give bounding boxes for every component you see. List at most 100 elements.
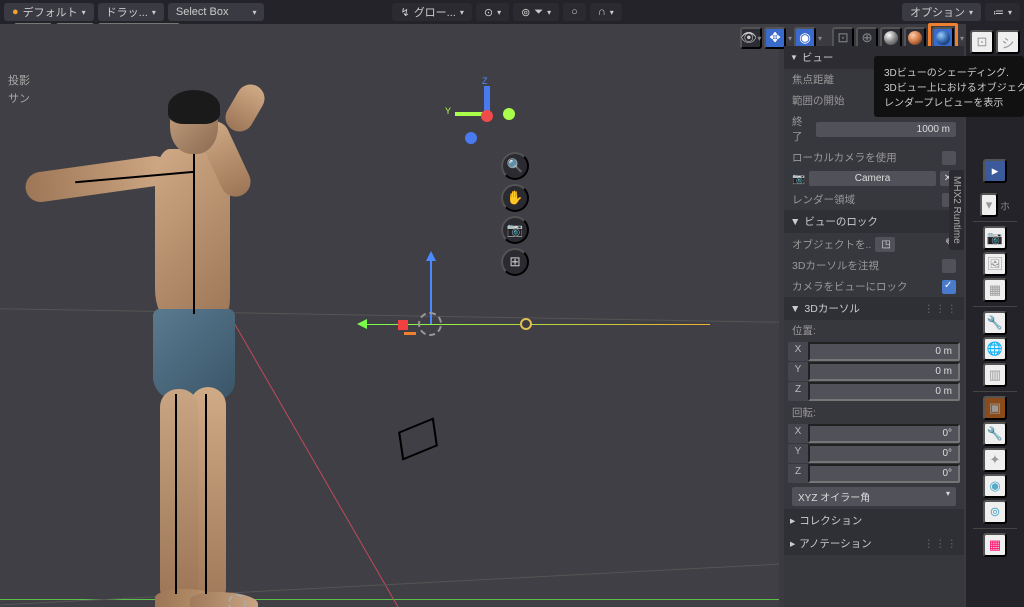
pivot-icon: ⊙ — [484, 6, 493, 19]
sun-object[interactable] — [520, 318, 532, 330]
tab-material[interactable]: ▦ — [983, 533, 1007, 557]
nav-neg-z[interactable] — [465, 132, 477, 144]
3d-viewport[interactable]: 投影 サン Z — [0, 24, 779, 607]
panel-lock-header[interactable]: ▼ビューのロック — [784, 210, 964, 233]
character-mesh[interactable] — [75, 84, 295, 607]
gizmo-toggle[interactable]: ✥ — [764, 27, 786, 49]
navigation-gizmo[interactable]: Z Y — [455, 84, 519, 148]
overlap-icon: ◉ — [799, 30, 811, 46]
outliner-filter[interactable]: ⊡ — [970, 30, 994, 54]
drag-dropdown[interactable]: ドラッ...▾ — [98, 3, 164, 21]
orientation-dropdown[interactable]: ↯グロー...▾ — [392, 3, 471, 21]
shorts — [153, 309, 235, 399]
sidebar-tab-mhx2[interactable]: MHX2 Runtime — [949, 170, 964, 250]
3d-cursor-gaze-label: 3Dカーソルを注視 — [792, 258, 879, 273]
clip-end-input[interactable] — [816, 122, 956, 137]
local-camera-checkbox[interactable] — [942, 151, 956, 165]
arrows-icon: ✥ — [769, 30, 780, 46]
outliner-expand[interactable]: ▸ — [983, 159, 1007, 183]
lock-camera-checkbox[interactable] — [942, 280, 956, 294]
tab-scene[interactable]: 🔧 — [983, 311, 1007, 335]
viewport-controls: 🔍 ✋ 📷 ⊞ — [501, 152, 529, 276]
3d-cursor[interactable] — [418, 312, 442, 336]
pivot-dropdown[interactable]: ⊙▾ — [476, 3, 509, 21]
rot-x-label: X — [788, 424, 808, 443]
3d-cursor-gaze-checkbox[interactable] — [942, 259, 956, 273]
solid-ball-icon — [884, 31, 898, 45]
panel-collection-header[interactable]: ▸コレクション — [784, 509, 964, 532]
rot-z-input[interactable] — [808, 464, 960, 483]
spine-bone — [193, 154, 195, 314]
origin-marker — [228, 594, 246, 607]
pan-button[interactable]: ✋ — [501, 184, 529, 212]
panel-annotation-header[interactable]: ▸アノテーション⋮⋮⋮ — [784, 532, 964, 555]
rotation-label: 回転: — [792, 405, 816, 420]
camera-object[interactable] — [398, 417, 438, 460]
select-mode-dropdown[interactable]: Select Box▾ — [168, 3, 265, 21]
magnify-icon: 🔍 — [507, 158, 524, 174]
eye-icon: 👁 — [740, 30, 757, 46]
tab-world[interactable]: 🌐 — [983, 337, 1007, 361]
tab-modifiers[interactable]: 🔧 — [983, 422, 1007, 446]
lock-camera-label: カメラをビューにロック — [792, 279, 908, 294]
wire-icon: ⊕ — [861, 30, 872, 46]
tab-collection[interactable]: ▥ — [983, 363, 1007, 387]
magnet-icon: ⊚ — [521, 6, 530, 19]
top-toolbar: ●デフォルト▾ ドラッ...▾ Select Box▾ ↯グロー...▾ ⊙▾ … — [0, 0, 1024, 24]
local-camera-label: ローカルカメラを使用 — [792, 150, 897, 165]
tab-particles[interactable]: ✦ — [983, 448, 1007, 472]
lines-icon: ≔ — [993, 6, 1004, 19]
zoom-button[interactable]: 🔍 — [501, 152, 529, 180]
tab-constraints[interactable]: ⊚ — [983, 500, 1007, 524]
tab-output[interactable]: 🖼 — [983, 252, 1007, 276]
gizmo-x-arrow — [352, 319, 367, 329]
tab-physics[interactable]: ◉ — [983, 474, 1007, 498]
camera-name-field[interactable] — [809, 171, 936, 186]
nav-neg-y[interactable] — [503, 108, 515, 120]
panel-cursor-header[interactable]: ▼3Dカーソル⋮⋮⋮ — [784, 297, 964, 320]
rotation-mode-dropdown[interactable]: XYZ オイラー角▾ — [792, 487, 956, 506]
leg-bone-l — [175, 394, 177, 594]
gizmo-x-axis[interactable] — [360, 324, 710, 325]
tab-render[interactable]: 📷 — [983, 226, 1007, 250]
outliner-search[interactable]: シ — [996, 30, 1020, 54]
camera-view-button[interactable]: 📷 — [501, 216, 529, 244]
nav-z-label: Z — [482, 76, 488, 86]
object-to-label: オブジェクトを.. — [792, 237, 871, 252]
pos-z-label: Z — [788, 382, 808, 401]
focal-length-label: 焦点距離 — [792, 72, 834, 87]
hand-icon: ✋ — [507, 190, 524, 206]
rot-y-input[interactable] — [808, 444, 960, 463]
chevron-down-icon: ⏷ — [534, 6, 543, 19]
object-selector[interactable]: ◳ — [875, 237, 895, 252]
material-ball-icon — [908, 31, 922, 45]
pos-z-input[interactable] — [808, 382, 960, 401]
visibility-toggle[interactable]: 👁▾ — [740, 27, 762, 49]
camera-icon: 📷 — [507, 222, 524, 238]
transform-icon: ↯ — [400, 6, 409, 19]
snap-toggle[interactable]: ⊚⏷▾ — [513, 3, 559, 21]
proportional-falloff[interactable]: ∩▾ — [590, 3, 622, 21]
nav-x-ball[interactable] — [481, 110, 493, 122]
leg-left — [160, 389, 198, 599]
proportional-edit[interactable]: ○ — [563, 3, 586, 21]
shading-tooltip: 3Dビューのシェーディング. 3Dビュー上におけるオブジェクト レンダープレビュ… — [874, 56, 1024, 117]
circle-icon: ○ — [571, 6, 578, 18]
clip-start-label: 範囲の開始 — [792, 93, 845, 108]
hair — [168, 90, 220, 124]
rot-y-label: Y — [788, 444, 808, 463]
perspective-button[interactable]: ⊞ — [501, 248, 529, 276]
grid-icon: ⊞ — [509, 254, 520, 270]
properties-dropdown[interactable]: ▾ — [980, 193, 998, 217]
tab-object[interactable]: ▣ — [983, 396, 1007, 420]
rot-x-input[interactable] — [808, 424, 960, 443]
options-button[interactable]: オプション▾ — [902, 3, 981, 21]
editor-type-button[interactable]: ≔▾ — [985, 3, 1020, 21]
xray-icon: ⊡ — [837, 30, 848, 46]
pos-x-input[interactable] — [808, 342, 960, 361]
pos-y-input[interactable] — [808, 362, 960, 381]
tab-view-layer[interactable]: ▦ — [983, 278, 1007, 302]
camera-icon-small: 📷 — [792, 172, 805, 185]
interaction-mode-dropdown[interactable]: ●デフォルト▾ — [4, 3, 94, 21]
gizmo-square — [398, 320, 408, 330]
